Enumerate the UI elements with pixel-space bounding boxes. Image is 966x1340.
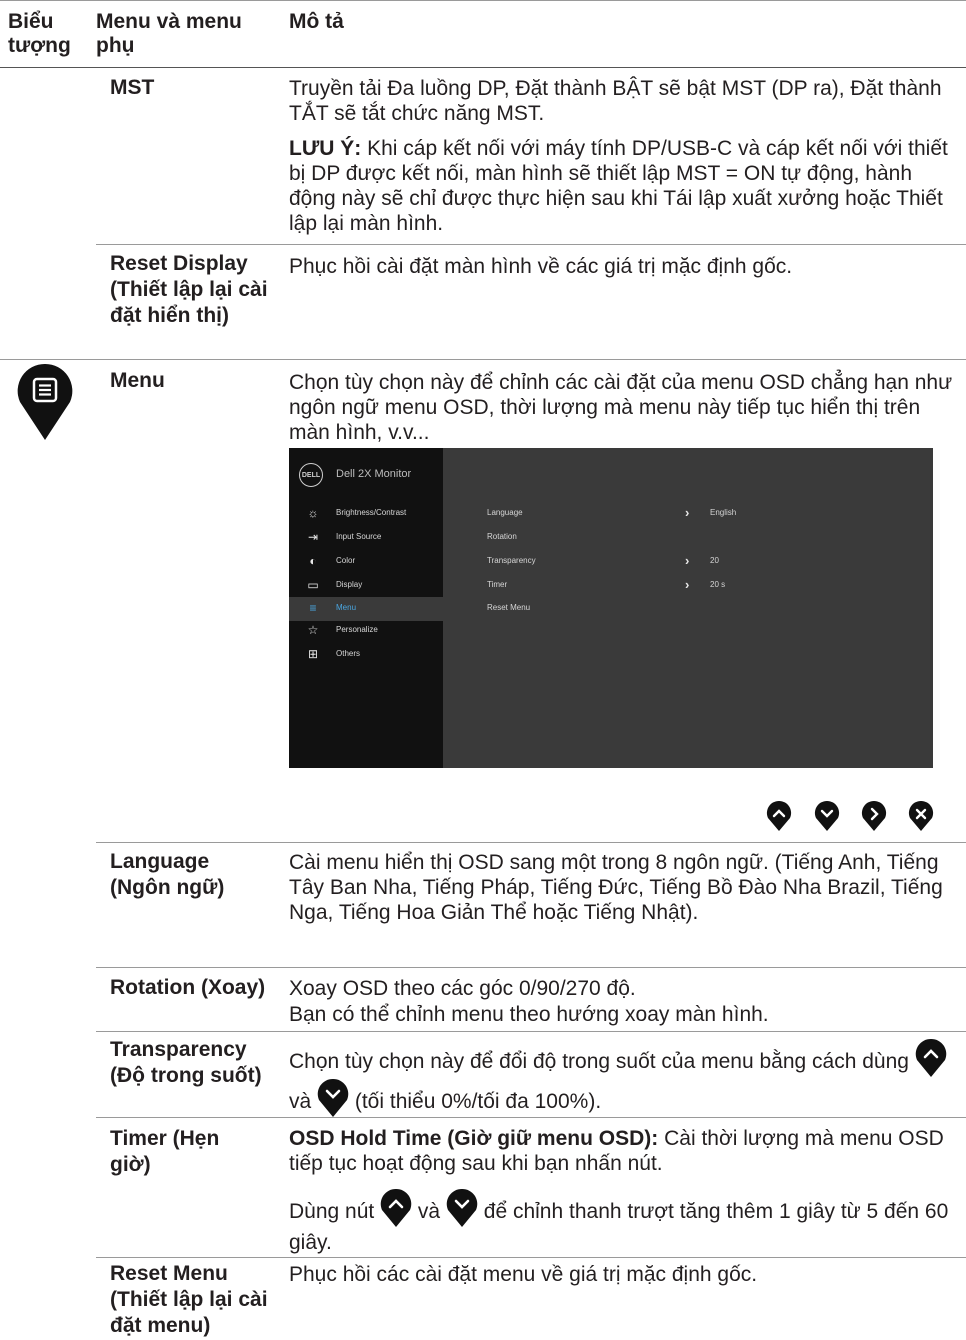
- osd-setting-label: Language: [487, 508, 523, 517]
- timer-desc-use: Dùng nút: [289, 1200, 381, 1223]
- osd-item-label: Menu: [336, 603, 357, 612]
- menu-rule: [96, 842, 966, 843]
- color-palette-icon: ◐: [309, 554, 317, 568]
- transparency-desc-text: Chọn tùy chọn này để đổi độ trong suốt c…: [289, 1050, 915, 1073]
- mst-note-label: LƯU Ý:: [289, 137, 362, 160]
- up-button-icon: [915, 1038, 947, 1078]
- osd-item-label: Brightness/Contrast: [336, 508, 407, 517]
- rotation-desc-1: Xoay OSD theo các góc 0/90/270 độ.: [289, 977, 636, 1000]
- header-menu-col: Menu và menu phụ: [96, 10, 242, 57]
- close-button-icon[interactable]: [908, 800, 934, 832]
- osd-setting-transparency[interactable]: Transparency › 20: [487, 553, 907, 572]
- osd-screenshot: DELL Dell 2X Monitor ☼ Brightness/Contras…: [289, 448, 933, 768]
- header-rule: [0, 67, 966, 68]
- osd-title: Dell 2X Monitor: [336, 468, 412, 480]
- osd-setting-label: Reset Menu: [487, 603, 531, 612]
- menu-list-icon: ≡: [309, 601, 317, 615]
- chevron-right-icon: ›: [685, 577, 690, 592]
- up-button-icon[interactable]: [766, 800, 792, 832]
- header-desc-col: Mô tả: [289, 10, 344, 33]
- osd-item-menu[interactable]: ≡ Menu: [289, 597, 443, 621]
- language-rule: [96, 967, 966, 968]
- transparency-desc-and: và: [289, 1090, 318, 1113]
- osd-item-label: Others: [336, 649, 361, 658]
- osd-setting-label: Transparency: [487, 556, 536, 565]
- brightness-icon: ☼: [307, 506, 319, 520]
- osd-setting-reset-menu[interactable]: Reset Menu: [487, 603, 907, 619]
- header-icon-col: Biểu tượng: [8, 10, 71, 57]
- timer-desc-1: OSD Hold Time (Giờ giữ menu OSD): Cài th…: [289, 1126, 957, 1176]
- language-label: Language (Ngôn ngữ): [110, 850, 225, 899]
- osd-setting-label: Rotation: [487, 532, 517, 541]
- display-icon: ▭: [307, 578, 319, 592]
- osd-item-personalize[interactable]: ☆ Personalize: [289, 619, 443, 643]
- osd-setting-timer[interactable]: Timer › 20 s: [487, 577, 907, 596]
- reset-menu-desc: Phục hồi các cài đặt menu về giá trị mặc…: [289, 1263, 758, 1286]
- osd-item-color[interactable]: ◐ Color: [289, 550, 443, 574]
- rotation-desc-2: Bạn có thể chỉnh menu theo hướng xoay mà…: [289, 1003, 769, 1026]
- rotation-rule: [96, 1031, 966, 1032]
- osd-setting-value: English: [710, 508, 737, 517]
- menu-icon: [16, 362, 74, 442]
- chevron-right-icon: ›: [685, 505, 690, 520]
- transparency-desc: Chọn tùy chọn này để đổi độ trong suốt c…: [289, 1038, 949, 1118]
- timer-label: Timer (Hẹn giờ): [110, 1127, 220, 1176]
- down-button-icon: [317, 1078, 349, 1118]
- right-button-icon[interactable]: [861, 800, 887, 832]
- transparency-label: Transparency (Độ trong suốt): [110, 1038, 262, 1087]
- mst-rule: [96, 244, 966, 245]
- osd-sidebar: DELL Dell 2X Monitor ☼ Brightness/Contras…: [289, 448, 443, 768]
- mst-desc: Truyền tải Đa luồng DP, Đặt thành BẬT sẽ…: [289, 77, 942, 125]
- osd-setting-value: 20 s: [710, 580, 726, 589]
- reset-display-label: Reset Display (Thiết lập lại cài đặt hiể…: [110, 252, 268, 327]
- language-desc: Cài menu hiển thị OSD sang một trong 8 n…: [289, 851, 943, 924]
- reset-menu-label: Reset Menu (Thiết lập lại cài đặt menu): [110, 1262, 268, 1337]
- top-rule: [0, 0, 966, 1]
- star-icon: ☆: [307, 623, 319, 637]
- down-button-icon[interactable]: [814, 800, 840, 832]
- input-source-icon: ⇥: [307, 530, 319, 544]
- osd-item-label: Display: [336, 580, 363, 589]
- mst-note: LƯU Ý: Khi cáp kết nối với máy tính DP/U…: [289, 136, 957, 236]
- down-button-icon: [446, 1188, 478, 1228]
- osd-item-label: Input Source: [336, 532, 382, 541]
- timer-desc-and: và: [412, 1200, 446, 1223]
- timer-rule: [96, 1257, 966, 1258]
- menu-label: Menu: [110, 369, 165, 392]
- osd-item-brightness[interactable]: ☼ Brightness/Contrast: [289, 502, 443, 526]
- osd-setting-rotation[interactable]: Rotation: [487, 532, 907, 548]
- mst-label: MST: [110, 76, 155, 99]
- reset-display-desc: Phục hồi cài đặt màn hình về các giá trị…: [289, 255, 793, 278]
- osd-setting-language[interactable]: Language › English: [487, 505, 907, 524]
- osd-setting-value: 20: [710, 556, 719, 565]
- others-icon: ⊞: [307, 647, 319, 661]
- timer-osd-hold-time: OSD Hold Time (Giờ giữ menu OSD):: [289, 1127, 659, 1150]
- osd-setting-label: Timer: [487, 580, 508, 589]
- osd-item-display[interactable]: ▭ Display: [289, 574, 443, 598]
- chevron-right-icon: ›: [685, 553, 690, 568]
- osd-item-others[interactable]: ⊞ Others: [289, 643, 443, 667]
- osd-item-input-source[interactable]: ⇥ Input Source: [289, 526, 443, 550]
- dell-logo: DELL: [299, 463, 323, 487]
- rotation-label: Rotation (Xoay): [110, 976, 266, 999]
- transparency-desc-range: (tối thiểu 0%/tối đa 100%).: [349, 1090, 602, 1113]
- reset-display-rule: [0, 359, 966, 360]
- menu-desc: Chọn tùy chọn này để chỉnh các cài đặt c…: [289, 371, 953, 444]
- osd-item-label: Personalize: [336, 625, 378, 634]
- up-button-icon: [380, 1188, 412, 1228]
- osd-item-label: Color: [336, 556, 356, 565]
- mst-note-text: Khi cáp kết nối với máy tính DP/USB-C và…: [289, 137, 948, 235]
- transparency-rule: [96, 1117, 966, 1118]
- timer-desc-2: Dùng nút và để chỉnh thanh trượt tăng th…: [289, 1188, 961, 1258]
